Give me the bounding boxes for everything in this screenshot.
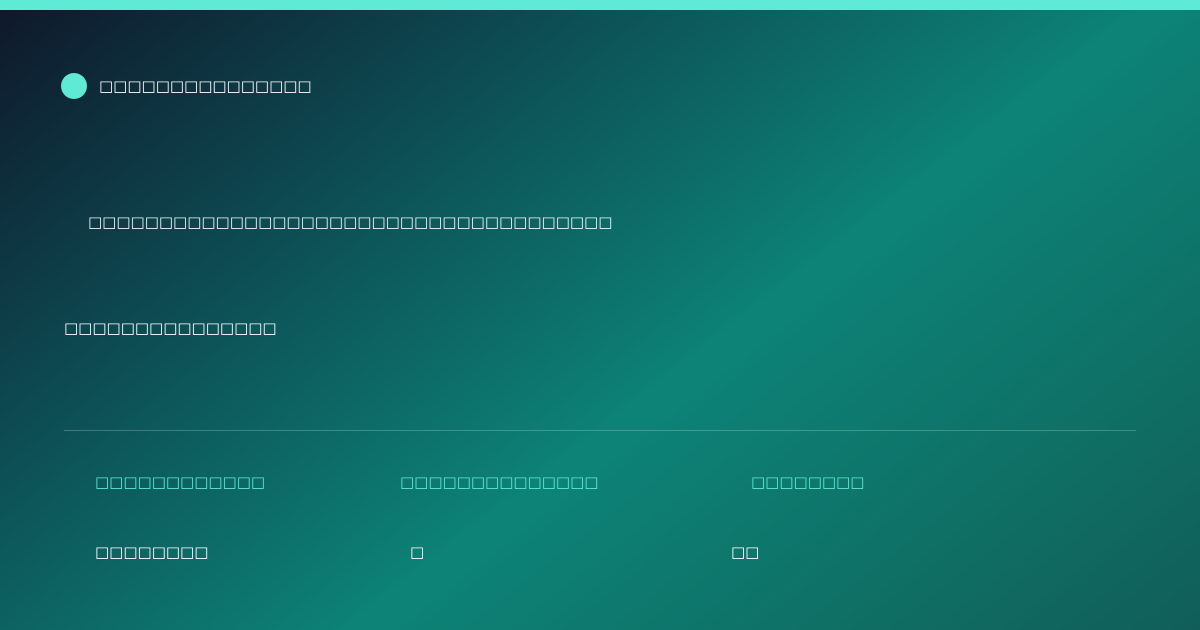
divider (64, 430, 1136, 431)
stat-value-2: □ (410, 543, 425, 561)
stat-label-1: □□□□□□□□□□□□ (95, 473, 266, 491)
brand-dot-icon (61, 73, 87, 99)
headline: □□□□□□□□□□□□□□□□□□□□□□□□□□□□□□□□□□□□□ (88, 213, 613, 231)
stat-value-3: □□ (731, 543, 760, 561)
stat-label-2: □□□□□□□□□□□□□□ (400, 473, 599, 491)
top-accent-bar (0, 0, 1200, 10)
brand: □□□□□□□□□□□□□□□ (61, 73, 312, 99)
stat-label-3: □□□□□□□□ (751, 473, 865, 491)
subline: □□□□□□□□□□□□□□□ (64, 319, 277, 337)
stat-value-1: □□□□□□□□ (95, 543, 209, 561)
brand-name: □□□□□□□□□□□□□□□ (99, 77, 312, 95)
